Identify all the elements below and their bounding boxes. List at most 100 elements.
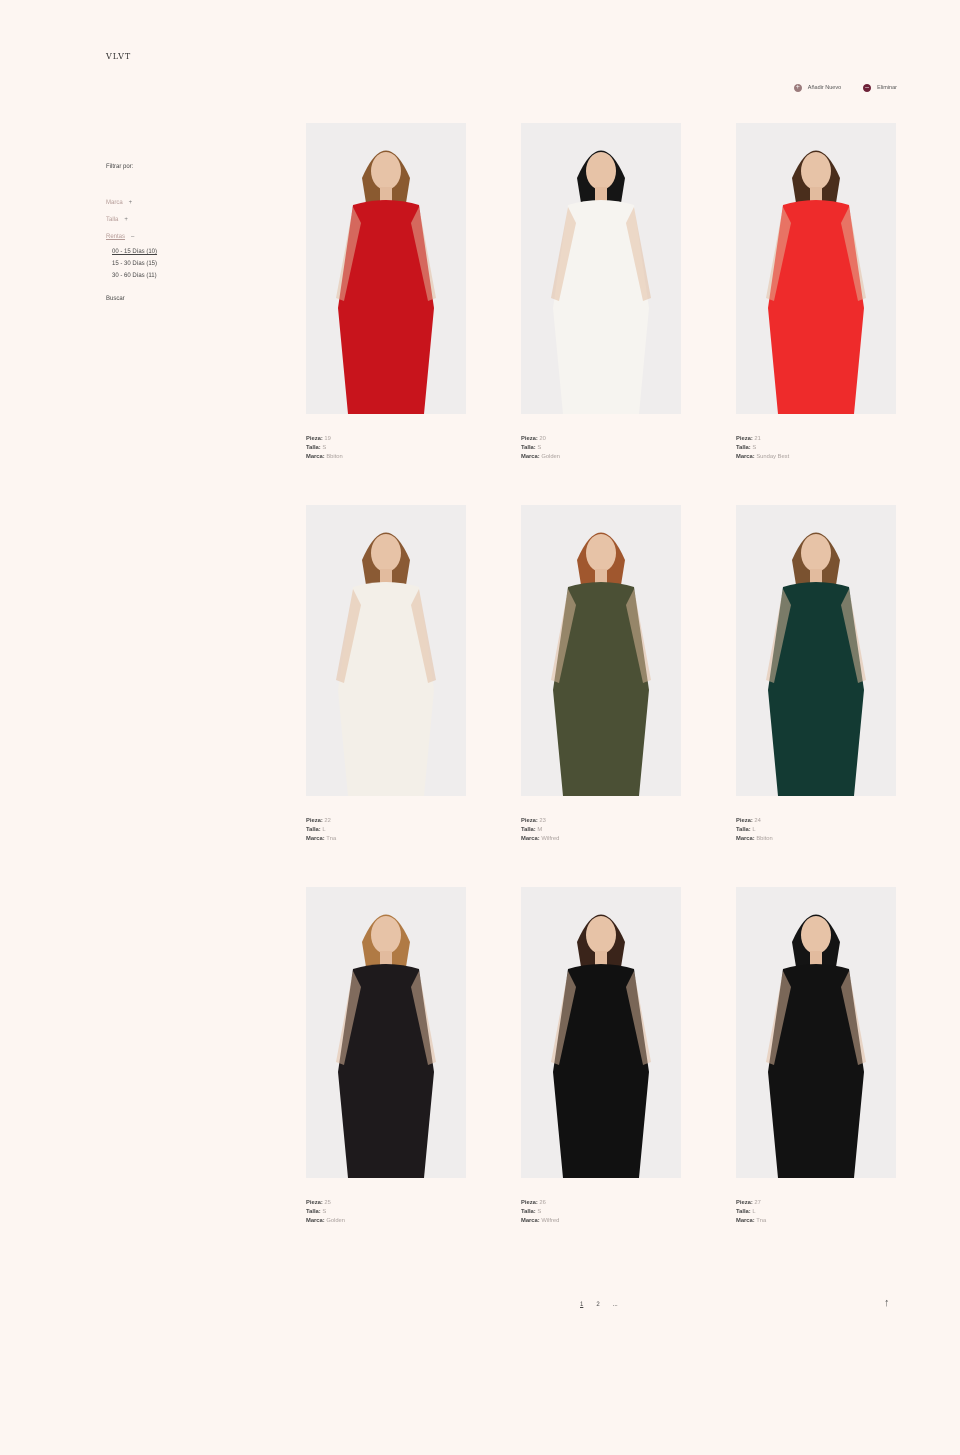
- brand-key: Marca:: [736, 1218, 755, 1224]
- piece-key: Pieza:: [521, 436, 538, 442]
- product-photo[interactable]: [521, 123, 681, 414]
- size-key: Talla:: [306, 1209, 321, 1215]
- size-value: L: [322, 827, 326, 833]
- page-link[interactable]: 1: [580, 1302, 583, 1308]
- size-value: S: [537, 1209, 542, 1215]
- product-meta: Pieza: 26 Talla: S Marca: Wilfred: [521, 1199, 681, 1226]
- piece-value: 27: [754, 1200, 761, 1206]
- size-value: S: [322, 445, 327, 451]
- product-illustration: [521, 887, 681, 1178]
- product-photo[interactable]: [736, 123, 896, 414]
- brand-value: Bbiton: [756, 836, 773, 842]
- size-key: Talla:: [521, 445, 536, 451]
- brand-value: Sunday Best: [756, 454, 790, 460]
- filter-rentals-label: Rentas: [106, 234, 126, 240]
- piece-key: Pieza:: [736, 818, 753, 824]
- piece-value: 19: [324, 436, 331, 442]
- brand-key: Marca:: [521, 836, 540, 842]
- brand-key: Marca:: [736, 836, 755, 842]
- size-value: S: [537, 445, 542, 451]
- product-card[interactable]: Pieza: 22 Talla: L Marca: Tna: [306, 505, 466, 844]
- filter-brand[interactable]: Marca +: [106, 200, 157, 206]
- product-illustration: [306, 505, 466, 796]
- product-illustration: [736, 887, 896, 1178]
- piece-value: 25: [324, 1200, 331, 1206]
- filter-rentals[interactable]: Rentas –: [106, 234, 157, 240]
- product-illustration: [521, 123, 681, 414]
- rental-option[interactable]: 00 - 15 Días (10): [112, 249, 157, 255]
- size-key: Talla:: [736, 445, 751, 451]
- arrow-up-icon[interactable]: ↑: [884, 1297, 890, 1309]
- piece-key: Pieza:: [521, 818, 538, 824]
- brand-value: Golden: [541, 454, 561, 460]
- product-photo[interactable]: [736, 887, 896, 1178]
- delete-button[interactable]: – Eliminar: [863, 84, 897, 92]
- product-meta: Pieza: 19 Talla: S Marca: Bbiton: [306, 435, 466, 462]
- product-illustration: [306, 123, 466, 414]
- product-photo[interactable]: [521, 887, 681, 1178]
- filter-size[interactable]: Talla +: [106, 217, 157, 223]
- page-ellipsis[interactable]: ...: [613, 1302, 618, 1308]
- piece-value: 26: [539, 1200, 546, 1206]
- product-illustration: [736, 123, 896, 414]
- size-key: Talla:: [736, 1209, 751, 1215]
- add-new-label: Añadir Nuevo: [807, 85, 842, 91]
- product-photo[interactable]: [306, 505, 466, 796]
- rentals-options: 00 - 15 Días (10) 15 - 30 Días (15) 30 -…: [112, 249, 157, 279]
- size-key: Talla:: [306, 445, 321, 451]
- brand-value: Tna: [326, 836, 337, 842]
- pagination: 1 2 ...: [580, 1302, 618, 1308]
- product-card[interactable]: Pieza: 20 Talla: S Marca: Golden: [521, 123, 681, 462]
- brand-key: Marca:: [736, 454, 755, 460]
- product-card[interactable]: Pieza: 26 Talla: S Marca: Wilfred: [521, 887, 681, 1226]
- collapse-icon: –: [131, 234, 135, 240]
- piece-key: Pieza:: [521, 1200, 538, 1206]
- size-key: Talla:: [306, 827, 321, 833]
- size-value: L: [752, 827, 756, 833]
- header-actions: + Añadir Nuevo – Eliminar: [793, 84, 897, 92]
- product-photo[interactable]: [306, 887, 466, 1178]
- product-card[interactable]: Pieza: 19 Talla: S Marca: Bbiton: [306, 123, 466, 462]
- brand-key: Marca:: [306, 1218, 325, 1224]
- product-illustration: [306, 887, 466, 1178]
- page-link[interactable]: 2: [596, 1302, 599, 1308]
- brand-key: Marca:: [521, 1218, 540, 1224]
- product-meta: Pieza: 27 Talla: L Marca: Tna: [736, 1199, 896, 1226]
- size-value: M: [537, 827, 543, 833]
- product-meta: Pieza: 20 Talla: S Marca: Golden: [521, 435, 681, 462]
- product-meta: Pieza: 21 Talla: S Marca: Sunday Best: [736, 435, 896, 462]
- brand-value: Wilfred: [541, 1218, 560, 1224]
- add-new-button[interactable]: + Añadir Nuevo: [793, 84, 842, 92]
- brand-value: Bbiton: [326, 454, 343, 460]
- delete-label: Eliminar: [877, 85, 897, 91]
- product-card[interactable]: Pieza: 21 Talla: S Marca: Sunday Best: [736, 123, 896, 462]
- brand-key: Marca:: [306, 454, 325, 460]
- brand-key: Marca:: [306, 836, 325, 842]
- product-meta: Pieza: 22 Talla: L Marca: Tna: [306, 817, 466, 844]
- size-value: S: [752, 445, 757, 451]
- filter-title: Filtrar por:: [106, 164, 134, 170]
- brand-logo[interactable]: VLVT: [106, 52, 131, 61]
- filter-sidebar: Filtrar por: Marca + Talla + Rentas – 00…: [106, 164, 157, 302]
- piece-value: 24: [754, 818, 761, 824]
- product-card[interactable]: Pieza: 24 Talla: L Marca: Bbiton: [736, 505, 896, 844]
- filter-size-label: Talla: [106, 217, 119, 223]
- product-illustration: [521, 505, 681, 796]
- size-key: Talla:: [521, 1209, 536, 1215]
- product-illustration: [736, 505, 896, 796]
- product-card[interactable]: Pieza: 27 Talla: L Marca: Tna: [736, 887, 896, 1226]
- product-meta: Pieza: 23 Talla: M Marca: Wilfred: [521, 817, 681, 844]
- brand-value: Tna: [756, 1218, 767, 1224]
- rental-option[interactable]: 30 - 60 Días (11): [112, 273, 157, 279]
- product-card[interactable]: Pieza: 23 Talla: M Marca: Wilfred: [521, 505, 681, 844]
- brand-key: Marca:: [521, 454, 540, 460]
- filter-brand-label: Marca: [106, 200, 123, 206]
- product-card[interactable]: Pieza: 25 Talla: S Marca: Golden: [306, 887, 466, 1226]
- product-photo[interactable]: [736, 505, 896, 796]
- search-button[interactable]: Buscar: [106, 296, 157, 302]
- product-photo[interactable]: [521, 505, 681, 796]
- product-photo[interactable]: [306, 123, 466, 414]
- rental-option[interactable]: 15 - 30 Días (15): [112, 261, 157, 267]
- size-value: L: [752, 1209, 756, 1215]
- piece-value: 22: [324, 818, 331, 824]
